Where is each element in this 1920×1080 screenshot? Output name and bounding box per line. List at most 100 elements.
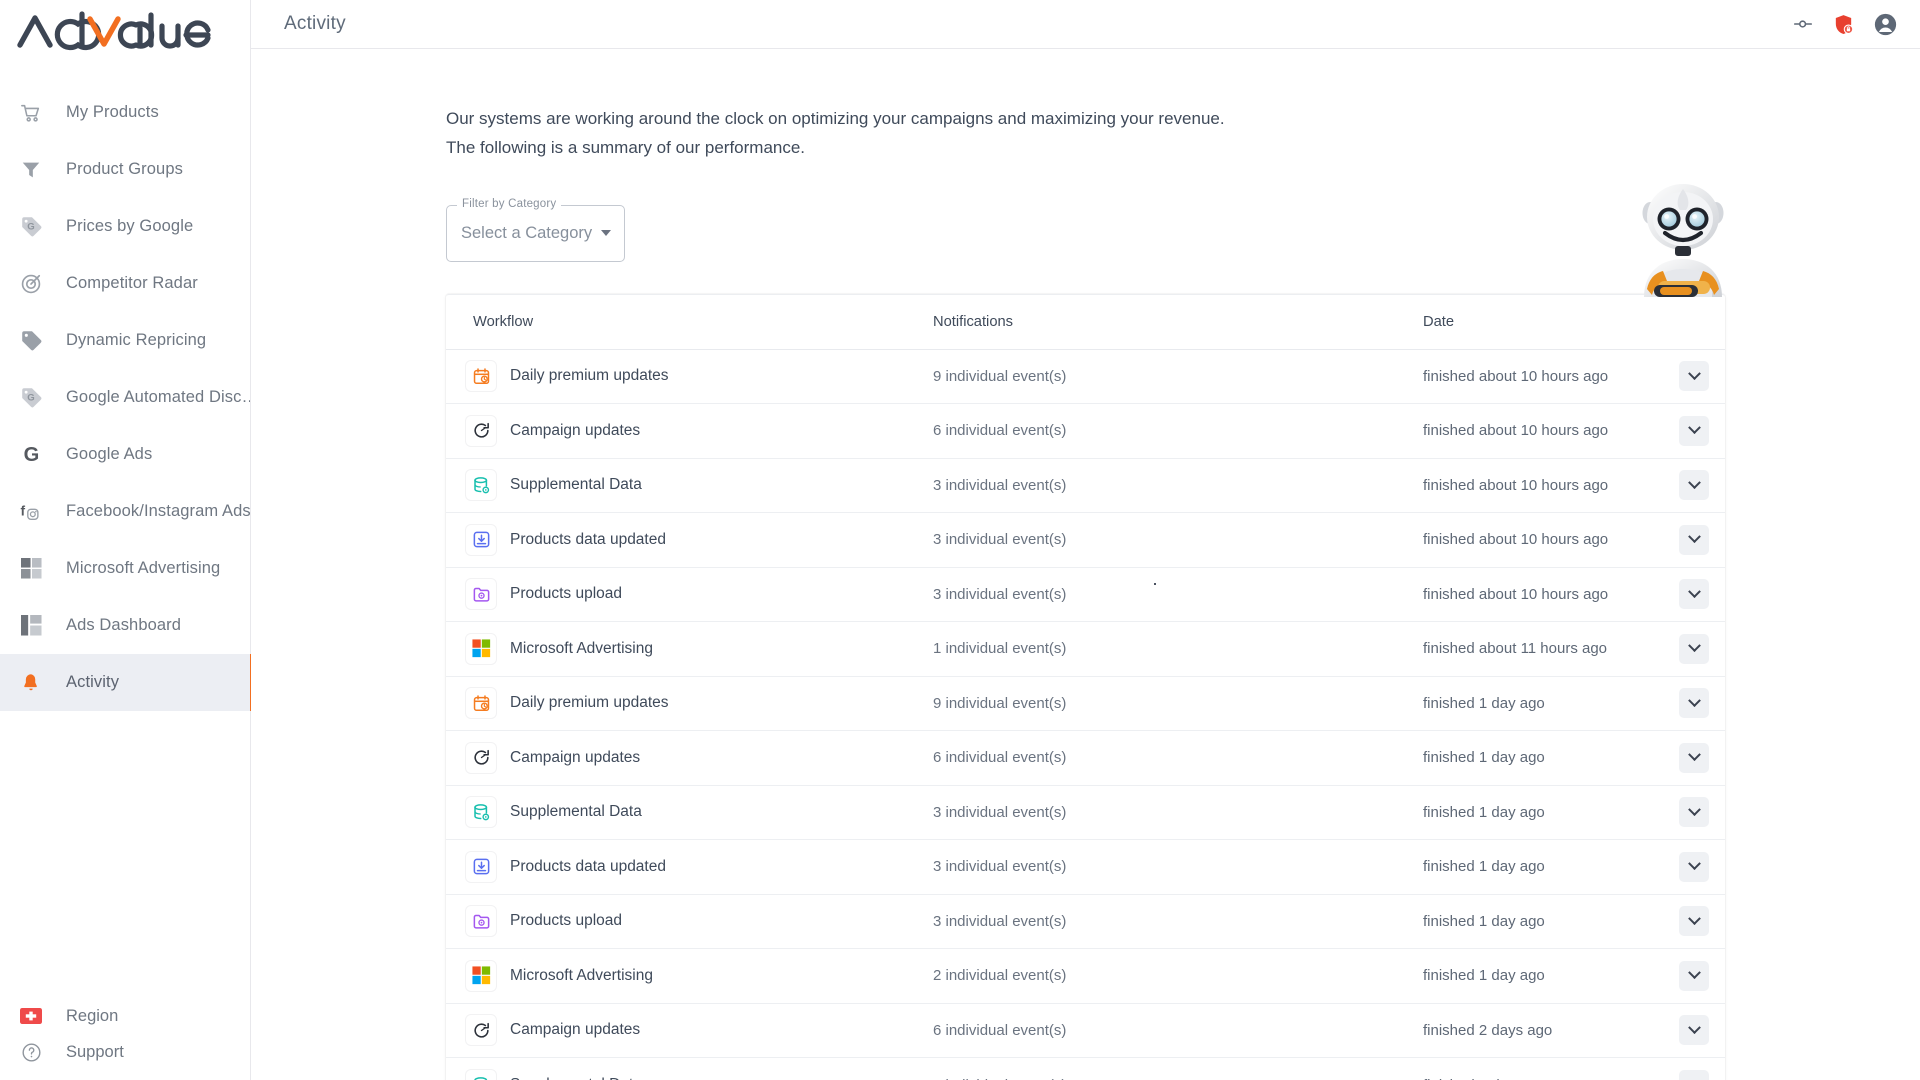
chevron-down-icon (1687, 1021, 1701, 1034)
chevron-down-icon (1687, 476, 1701, 489)
cell-notifications: 2 individual event(s) (933, 967, 1067, 985)
expand-row-button[interactable] (1679, 415, 1709, 446)
sidebar-nav: My Products Product Groups G Prices by G… (0, 84, 256, 711)
cell-date: finished 1 day ago (1423, 858, 1545, 876)
sidebar-item-label: Product Groups (66, 160, 183, 178)
expand-row-button[interactable] (1679, 470, 1709, 501)
chevron-down-icon (1687, 367, 1701, 380)
sidebar-item-prices-by-google[interactable]: G Prices by Google (0, 198, 250, 255)
cell-workflow: Daily premium updates (466, 361, 933, 392)
cell-date: finished 2 days ago (1423, 1021, 1553, 1039)
chevron-down-icon (1687, 694, 1701, 707)
expand-row-button[interactable] (1679, 633, 1709, 664)
sidebar-item-activity[interactable]: Activity (0, 654, 256, 711)
table-row[interactable]: Products data updated 3 individual event(… (446, 840, 1725, 895)
sidebar-item-label: Region (66, 1006, 119, 1025)
cell-workflow: Daily premium updates (466, 688, 933, 719)
expand-row-button[interactable] (1679, 906, 1709, 937)
sidebar-item-region[interactable]: Region (0, 998, 250, 1034)
intro-line-1: Our systems are working around the clock… (446, 109, 1225, 128)
table-row[interactable]: Campaign updates 6 individual event(s) fin… (446, 404, 1725, 459)
activity-table: Workflow Notifications Date Daily premiu… (446, 293, 1725, 1080)
table-header-row: Workflow Notifications Date (446, 295, 1725, 349)
settings-slider-icon[interactable] (1792, 13, 1814, 35)
cell-date: finished about 10 hours ago (1423, 585, 1609, 603)
expand-row-button[interactable] (1679, 1015, 1709, 1046)
advalue-logo-icon (17, 11, 211, 51)
table-row[interactable]: Products upload 3 individual event(s) fini… (446, 895, 1725, 950)
sidebar-item-support[interactable]: Support (0, 1034, 250, 1070)
workflow-name: Microsoft Advertising (510, 639, 653, 657)
cart-icon (14, 102, 48, 124)
sidebar-item-ads-dashboard[interactable]: Ads Dashboard (0, 597, 250, 654)
table-row[interactable]: Products data updated 3 individual event(… (446, 513, 1725, 568)
cell-date: finished about 10 hours ago (1423, 476, 1609, 494)
category-select[interactable]: Filter by Category Select a Category (446, 197, 625, 262)
database-gear-icon (466, 470, 496, 501)
chevron-down-icon (1687, 966, 1701, 980)
chevron-down-icon (1687, 639, 1701, 653)
chevron-down-icon[interactable] (601, 230, 611, 237)
chevron-down-icon (1687, 530, 1701, 544)
table-row[interactable]: Products upload 3 individual event(s) fini… (446, 568, 1725, 623)
google-tag-icon: G (14, 386, 48, 409)
table-row[interactable]: Daily premium updates 9 individual event(… (446, 677, 1725, 732)
table-row[interactable]: Supplemental Data3 individual event(s)fi… (446, 459, 1725, 514)
sidebar-item-google-automated-discovery[interactable]: G Google Automated Disc… (0, 369, 250, 426)
workflow-name: Supplemental Data (510, 476, 642, 494)
sidebar-item-dynamic-repricing[interactable]: Dynamic Repricing (0, 312, 250, 369)
calendar-clock-icon (466, 688, 496, 719)
sidebar-item-product-groups[interactable]: Product Groups (0, 141, 250, 198)
expand-row-button[interactable] (1679, 1070, 1709, 1080)
table-row[interactable]: Campaign updates 6 individual event(s) fin… (446, 1004, 1725, 1059)
column-header-date: Date (1423, 313, 1455, 330)
cell-date: finished 1 day ago (1423, 967, 1545, 985)
sidebar-item-my-products[interactable]: My Products (0, 84, 250, 141)
target-icon (14, 273, 48, 295)
workflow-name: Microsoft Advertising (510, 966, 653, 984)
table-row[interactable]: Campaign updates 6 individual event(s) fin… (446, 731, 1725, 786)
chevron-down-icon (1687, 585, 1701, 598)
expand-row-button[interactable] (1679, 361, 1709, 392)
database-gear-icon (466, 1070, 496, 1080)
expand-row-button[interactable] (1679, 960, 1709, 991)
sidebar-bottom: Region Support (0, 998, 250, 1080)
workflow-name: Products data updated (510, 857, 666, 875)
cell-notifications: 6 individual event(s) (933, 749, 1067, 767)
page-title: Activity (284, 13, 346, 34)
swiss-flag-icon (14, 1008, 48, 1024)
cell-date: finished about 10 hours ago (1423, 531, 1609, 549)
sidebar-item-label: Google Automated Disc… (66, 388, 250, 406)
cell-workflow: Campaign updates (466, 1015, 933, 1046)
table-row[interactable]: Supplemental Data3 individual event(s)fi… (446, 786, 1725, 841)
workflow-name: Supplemental Data (510, 1076, 642, 1080)
table-row[interactable]: Supplemental Data3 individual event(s)fi… (446, 1058, 1725, 1080)
workflow-name: Products upload (510, 585, 623, 603)
google-tag-icon: G (14, 215, 48, 238)
shield-lock-icon[interactable] (1832, 13, 1855, 36)
expand-row-button[interactable] (1679, 688, 1709, 719)
table-row[interactable]: Microsoft Advertising 2 individual event(… (446, 949, 1725, 1004)
sidebar-item-facebook-instagram-ads[interactable]: f Facebook/Instagram Ads (0, 483, 250, 540)
sidebar-item-google-ads[interactable]: G Google Ads (0, 426, 250, 483)
expand-row-button[interactable] (1679, 851, 1709, 882)
table-row[interactable]: Daily premium updates 9 individual event(… (446, 350, 1725, 405)
sidebar-item-microsoft-advertising[interactable]: Microsoft Advertising (0, 540, 250, 597)
sidebar-item-competitor-radar[interactable]: Competitor Radar (0, 255, 250, 312)
table-row[interactable]: Microsoft Advertising 1 individual event(… (446, 622, 1725, 677)
chevron-down-icon (1687, 1076, 1701, 1080)
workflow-name: Daily premium updates (510, 367, 669, 385)
expand-row-button[interactable] (1679, 797, 1709, 828)
sidebar-item-label: Microsoft Advertising (66, 559, 221, 577)
brand-logo[interactable] (0, 0, 250, 62)
expand-row-button[interactable] (1679, 524, 1709, 555)
account-avatar-icon[interactable] (1873, 12, 1898, 37)
cell-date: finished 1 day ago (1423, 749, 1545, 767)
cell-workflow: Products data updated (466, 524, 933, 555)
cell-notifications: 1 individual event(s) (933, 640, 1067, 658)
expand-row-button[interactable] (1679, 579, 1709, 610)
sidebar-item-label: My Products (66, 103, 159, 121)
category-filter: Filter by Category Select a Category (446, 197, 625, 262)
cell-workflow: Products upload (466, 906, 933, 937)
expand-row-button[interactable] (1679, 742, 1709, 773)
